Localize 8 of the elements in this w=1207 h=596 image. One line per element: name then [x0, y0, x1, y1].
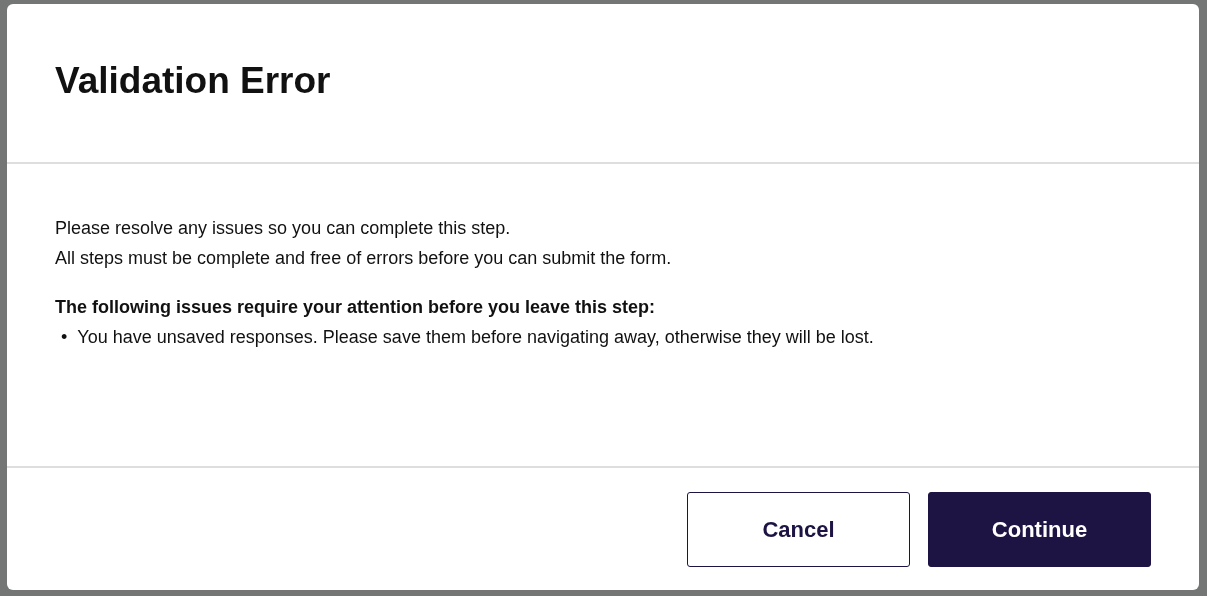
continue-button[interactable]: Continue: [928, 492, 1151, 567]
dialog-title: Validation Error: [55, 60, 331, 103]
message-text: Please resolve any issues so you can complete this step.: [55, 217, 512, 240]
issue-item: You have unsaved responses. Please save them before navigating away, otherwise they will be lost.: [77, 326, 874, 349]
bullet: •: [61, 326, 68, 349]
cancel-button[interactable]: Cancel: [687, 492, 910, 567]
message-text: All steps must be complete and free of errors before you can submit the form.: [55, 247, 673, 270]
issues-heading: The following issues require your attention before you leave this step:: [55, 296, 657, 319]
